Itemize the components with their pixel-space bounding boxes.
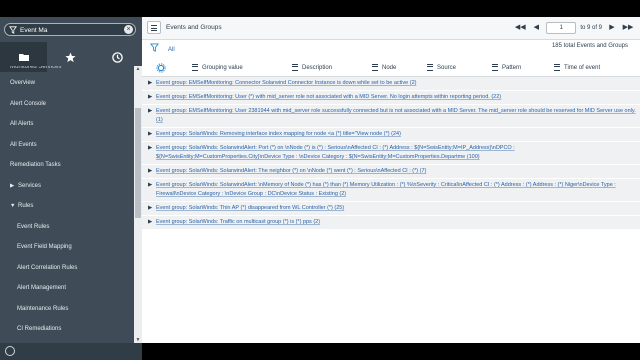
column-description[interactable]: Description	[292, 64, 332, 71]
table-row[interactable]: ▶ Event group: SolarWinds: SolarwindAlert…	[142, 179, 640, 202]
nav-item-monitored-services[interactable]: Monitored Services	[0, 66, 134, 73]
sidebar-item-label: All Events	[10, 141, 37, 148]
scrollbar-thumb[interactable]	[135, 108, 141, 218]
sidebar-item-label: CI Remediations	[17, 326, 62, 332]
expand-group-icon[interactable]: ▶	[148, 204, 156, 213]
group-link[interactable]: Event group: SolarWinds: Traffic on mult…	[156, 218, 320, 227]
group-link[interactable]: Event group: SolarWinds: Thin AP (*) dis…	[156, 204, 344, 213]
context-menu-button[interactable]	[147, 21, 161, 34]
column-header-row: Grouping value Description Node Source P…	[142, 62, 640, 77]
breadcrumb-all[interactable]: All	[168, 47, 175, 53]
sidebar-item-all-alerts[interactable]: All Alerts	[0, 114, 134, 135]
column-node[interactable]: Node	[372, 64, 396, 71]
column-pattern[interactable]: Pattern	[492, 64, 521, 71]
sidebar: × Monitored Services Overv	[0, 17, 142, 343]
sidebar-item-label: Alert Console	[10, 100, 47, 107]
group-link[interactable]: Event group: SolarWinds: Removing interf…	[156, 130, 401, 139]
folder-icon	[18, 54, 29, 61]
sidebar-item-label: Alert Management	[17, 285, 67, 291]
caret-down-icon[interactable]: ▼	[10, 196, 18, 217]
filter-bar: All 185 total Events and Groups	[142, 40, 640, 62]
page-range-text: to 9 of 9	[580, 25, 602, 31]
expand-group-icon[interactable]: ▶	[148, 79, 156, 88]
table-row[interactable]: ▶ Event group: SolarWinds: Removing inter…	[142, 128, 640, 142]
navigator-filter-input[interactable]	[20, 25, 120, 35]
sidebar-item-alert-management[interactable]: Alert Management	[0, 278, 134, 299]
sidebar-item-alert-console[interactable]: Alert Console	[0, 94, 134, 115]
gear-icon[interactable]	[156, 63, 166, 73]
sidebar-item-event-field-mapping[interactable]: Event Field Mapping	[0, 237, 134, 258]
event-groups-list: ▶ Event group: EMSelfMonitoring: Connecto…	[142, 77, 640, 230]
sidebar-item-label: Event Rules	[17, 223, 50, 230]
sidebar-item-services[interactable]: ▶ Services	[0, 176, 134, 197]
sidebar-scrollbar[interactable]: ▲ ▼	[134, 66, 142, 343]
group-link[interactable]: Event group: SolarWinds: SolarwindAlert:…	[156, 181, 636, 199]
table-row[interactable]: ▶ Event group: SolarWinds: SolarwindAlert…	[142, 165, 640, 179]
page-number-input[interactable]: 1	[546, 22, 577, 34]
navigator-list: Monitored Services Overview Alert Console…	[0, 66, 134, 343]
column-source[interactable]: Source	[427, 64, 456, 71]
expand-group-icon[interactable]: ▶	[148, 218, 156, 227]
last-page-icon[interactable]: ▶▶	[622, 22, 634, 34]
app-frame: × Monitored Services Overv	[0, 17, 640, 360]
expand-group-icon[interactable]: ▶	[148, 167, 156, 176]
home-icon[interactable]	[5, 346, 15, 356]
column-grouping-value[interactable]: Grouping value	[192, 64, 243, 71]
group-link[interactable]: Event group: SolarWinds: SolarwindAlert:…	[156, 144, 636, 162]
sidebar-item-label: Rules	[18, 203, 34, 209]
scroll-up-arrow-icon[interactable]: ▲	[135, 66, 141, 72]
funnel-icon[interactable]	[150, 43, 159, 52]
group-link[interactable]: Event group: EMSelfMonitoring: User 2381…	[156, 107, 636, 125]
sidebar-item-ci-remediations[interactable]: CI Remediations	[0, 319, 134, 340]
previous-page-icon[interactable]: ◀	[530, 22, 542, 34]
clock-icon	[112, 51, 123, 63]
sidebar-item-label: Services	[18, 182, 42, 189]
sidebar-item-alert-correlation-rules[interactable]: Alert Correlation Rules	[0, 258, 134, 279]
column-time-of-event[interactable]: Time of event	[554, 64, 600, 71]
table-row[interactable]: ▶ Event group: EMSelfMonitoring: Connecto…	[142, 77, 640, 91]
caret-right-icon[interactable]: ▶	[10, 176, 18, 197]
list-header: Events and Groups ◀◀ ◀ 1 to 9 of 9 ▶ ▶▶	[142, 17, 640, 40]
sidebar-item-label: Remediation Tasks	[10, 162, 61, 168]
page-title: Events and Groups	[166, 24, 222, 31]
expand-group-icon[interactable]: ▶	[148, 130, 156, 139]
sidebar-item-maintenance-rules[interactable]: Maintenance Rules	[0, 299, 134, 320]
expand-group-icon[interactable]: ▶	[148, 181, 156, 190]
expand-group-icon[interactable]: ▶	[148, 107, 156, 116]
table-row[interactable]: ▶ Event group: SolarWinds: SolarwindAlert…	[142, 142, 640, 165]
group-link[interactable]: Event group: SolarWinds: SolarwindAlert:…	[156, 167, 426, 176]
record-count: 185 total Events and Groups	[551, 43, 628, 49]
sidebar-item-event-rules[interactable]: Event Rules	[0, 217, 134, 238]
table-row[interactable]: ▶ Event group: SolarWinds: Traffic on mul…	[142, 216, 640, 230]
sidebar-item-label: Event Field Mapping	[17, 244, 72, 250]
expand-group-icon[interactable]: ▶	[148, 144, 156, 153]
funnel-icon	[9, 26, 17, 34]
group-link[interactable]: Event group: EMSelfMonitoring: Connector…	[156, 79, 416, 88]
expand-group-icon[interactable]: ▶	[148, 93, 156, 102]
next-page-icon[interactable]: ▶	[606, 22, 618, 34]
first-page-icon[interactable]: ◀◀	[514, 22, 526, 34]
table-row[interactable]: ▶ Event group: SolarWinds: Thin AP (*) di…	[142, 202, 640, 216]
pagination: ◀◀ ◀ 1 to 9 of 9 ▶ ▶▶	[514, 21, 634, 35]
table-row[interactable]: ▶ Event group: EMSelfMonitoring: User 238…	[142, 105, 640, 128]
sidebar-item-rules[interactable]: ▼ Rules	[0, 196, 134, 217]
sidebar-item-overview[interactable]: Overview	[0, 73, 134, 94]
sidebar-item-label: All Alerts	[10, 121, 34, 127]
navigator-filter[interactable]: ×	[4, 23, 136, 36]
clear-filter-button[interactable]: ×	[124, 25, 133, 34]
star-icon	[65, 52, 76, 62]
sidebar-item-label: Maintenance Rules	[17, 305, 69, 312]
sidebar-footer	[0, 343, 142, 360]
group-link[interactable]: Event group: EMSelfMonitoring: User (*) …	[156, 93, 501, 102]
sidebar-item-label: Overview	[10, 80, 36, 86]
sidebar-item-label: Alert Correlation Rules	[17, 264, 78, 271]
table-row[interactable]: ▶ Event group: EMSelfMonitoring: User (*)…	[142, 91, 640, 105]
sidebar-item-remediation-tasks[interactable]: Remediation Tasks	[0, 155, 134, 176]
sidebar-item-all-events[interactable]: All Events	[0, 135, 134, 156]
main-content: Events and Groups ◀◀ ◀ 1 to 9 of 9 ▶ ▶▶ …	[142, 17, 640, 343]
